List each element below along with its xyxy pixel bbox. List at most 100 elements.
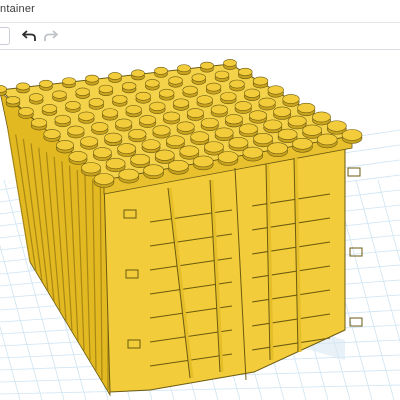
copy-icon[interactable]: [0, 27, 10, 45]
stud-top: [30, 118, 48, 128]
stud-top: [54, 114, 71, 125]
redo-button[interactable]: [41, 26, 61, 46]
stud-top: [117, 143, 137, 154]
stud-top: [168, 160, 189, 172]
stud-top: [200, 117, 219, 128]
stud-top: [190, 131, 210, 143]
stud-top: [223, 59, 237, 67]
stud-top: [192, 155, 214, 168]
stud-top: [242, 146, 264, 159]
stud-top: [125, 105, 142, 115]
stud-top: [28, 93, 44, 102]
stud-top: [176, 121, 195, 132]
shipping-container[interactable]: [0, 59, 363, 397]
stud-top: [115, 118, 133, 129]
stud-top: [18, 107, 34, 116]
redo-icon: [44, 30, 58, 41]
stud-top: [56, 140, 74, 151]
stud-top: [41, 104, 58, 113]
stud-top: [39, 79, 53, 88]
stud-top: [267, 85, 284, 95]
grid-line: [377, 179, 400, 263]
stud-top: [228, 137, 249, 149]
stud-top: [186, 108, 204, 118]
title-bar: ntainer: [0, 0, 400, 23]
stud-top: [108, 72, 122, 80]
stud-top: [162, 111, 181, 122]
door-hinge: [349, 247, 363, 257]
undo-button[interactable]: [19, 26, 39, 46]
stud-top: [263, 119, 283, 131]
stud-top: [168, 76, 183, 85]
stud-top: [5, 96, 21, 105]
stud-top: [135, 91, 151, 101]
stud-top: [316, 133, 338, 146]
stud-top: [131, 69, 145, 78]
stud-top: [92, 147, 112, 158]
stud-top: [267, 142, 288, 154]
stud-top: [243, 88, 261, 98]
stud-top: [204, 141, 224, 153]
stud-top: [200, 61, 214, 70]
undo-icon: [22, 30, 36, 41]
stud-top: [177, 64, 191, 73]
stud-top: [287, 115, 307, 127]
door-hinge: [347, 167, 361, 177]
stud-top: [105, 158, 126, 170]
stud-top: [112, 94, 128, 104]
stud-top: [98, 84, 114, 94]
stud-top: [341, 129, 363, 141]
stud-top: [252, 76, 269, 86]
stud-top: [196, 95, 213, 105]
stud-top: [65, 101, 81, 110]
stud-top: [214, 127, 234, 139]
stud-top: [172, 98, 190, 108]
stud-top: [165, 135, 185, 147]
stud-top: [78, 111, 95, 121]
design-title[interactable]: ntainer: [0, 3, 35, 15]
stud-top: [159, 88, 175, 98]
stud-top: [88, 97, 105, 107]
stud-top: [210, 104, 228, 115]
stud-top: [145, 79, 160, 88]
stud-top: [43, 129, 61, 139]
stud-top: [67, 125, 85, 136]
stud-top: [312, 111, 331, 123]
stud-top: [205, 82, 222, 92]
stud-top: [277, 128, 298, 140]
stud-top: [179, 145, 200, 157]
stud-top: [81, 162, 101, 174]
stud-top: [273, 106, 292, 117]
stud-top: [141, 139, 161, 150]
stud-top: [249, 110, 267, 121]
stud-top: [101, 108, 119, 118]
stud-top: [224, 114, 243, 125]
stud-top: [253, 132, 273, 145]
stud-top: [128, 128, 147, 140]
stud-top: [326, 120, 347, 132]
stud-top: [121, 82, 137, 91]
stud-top: [220, 91, 237, 102]
stud-top: [239, 123, 258, 135]
stud-top: [234, 101, 252, 111]
stud-top: [258, 97, 276, 108]
toolbar: [0, 23, 400, 50]
stud-top: [152, 125, 171, 136]
stud-top: [62, 77, 76, 86]
stud-top: [91, 122, 109, 132]
stud-top: [143, 164, 164, 176]
stud-top: [75, 87, 90, 96]
stud-top: [292, 138, 313, 150]
stud-top: [282, 94, 300, 104]
stud-top: [16, 82, 30, 91]
stud-top: [93, 173, 115, 185]
stud-top: [182, 85, 198, 95]
stud-top: [139, 115, 157, 125]
stud-top: [104, 132, 123, 143]
stud-top: [217, 151, 239, 163]
workplane-viewport[interactable]: [0, 50, 400, 400]
stud-top: [302, 124, 323, 136]
stud-top: [238, 67, 253, 77]
stud-top: [297, 102, 316, 114]
stud-top: [68, 151, 88, 162]
